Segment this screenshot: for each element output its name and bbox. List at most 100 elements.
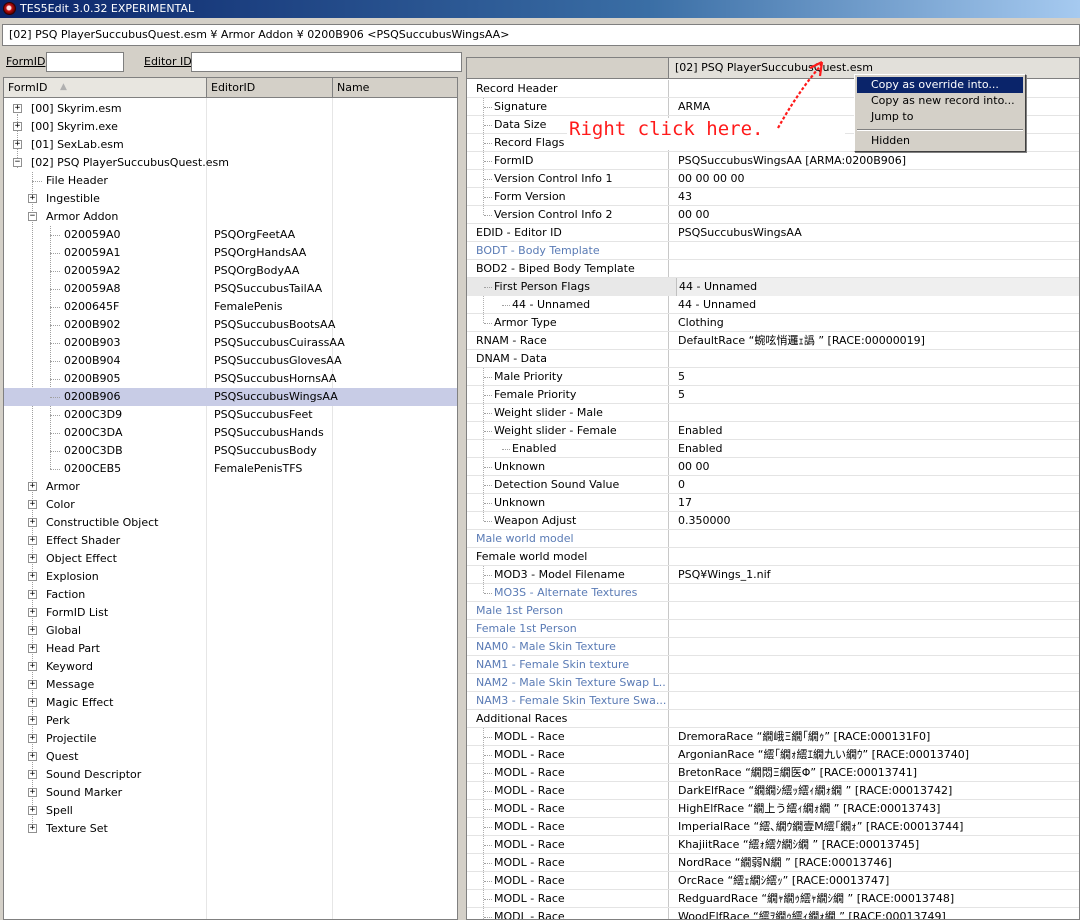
record-field-row[interactable]: MODL - Race NordRace “繝弱Ν繝 ” [RACE:000137… bbox=[467, 854, 1079, 872]
record-field-row[interactable]: MODL - Race KhajiitRace “繧ｫ繧ｸ繝ｼ繝 ” [RACE:… bbox=[467, 836, 1079, 854]
record-field-value[interactable]: 44 - Unnamed bbox=[676, 296, 1079, 314]
tree-row-group[interactable]: + Perk bbox=[4, 712, 457, 730]
record-field-row[interactable]: MODL - Race HighElfRace “繝上う繧ｨ繝ｫ繝 ” [RACE… bbox=[467, 800, 1079, 818]
record-field-row[interactable]: EDID - Editor ID PSQSuccubusWingsAA bbox=[467, 224, 1079, 242]
record-field-value[interactable]: BretonRace “繝悶Ξ繝医Φ” [RACE:00013741] bbox=[676, 764, 1079, 782]
record-field-row[interactable]: Weapon Adjust 0.350000 bbox=[467, 512, 1079, 530]
record-field-value[interactable]: 17 bbox=[676, 494, 1079, 512]
record-field-row[interactable]: Weight slider - Female Enabled bbox=[467, 422, 1079, 440]
record-field-row[interactable]: BOD2 - Biped Body Template bbox=[467, 260, 1079, 278]
tree-row-record[interactable]: 020059A8 PSQSuccubusTailAA bbox=[4, 280, 457, 298]
record-field-row[interactable]: Detection Sound Value 0 bbox=[467, 476, 1079, 494]
record-field-row[interactable]: NAM0 - Male Skin Texture bbox=[467, 638, 1079, 656]
tree-row-group[interactable]: + Texture Set bbox=[4, 820, 457, 838]
record-field-value[interactable]: ImperialRace “繧､繝ｳ繝壹Μ繧｢繝ｫ” [RACE:0001374… bbox=[676, 818, 1079, 836]
record-field-row[interactable]: NAM2 - Male Skin Texture Swap L... bbox=[467, 674, 1079, 692]
expand-icon[interactable]: + bbox=[28, 518, 37, 527]
expand-icon[interactable]: + bbox=[28, 536, 37, 545]
record-field-row[interactable]: RNAM - Race DefaultRace “蜿呟悄邏ｪ譌 ” [RACE:0… bbox=[467, 332, 1079, 350]
tree-row-group[interactable]: + Head Part bbox=[4, 640, 457, 658]
record-field-value[interactable]: ArgonianRace “繧｢繝ｫ繧ｴ繝九い繝ｳ” [RACE:0001374… bbox=[676, 746, 1079, 764]
tree-row-record[interactable]: 0200C3DB PSQSuccubusBody bbox=[4, 442, 457, 460]
tree-row-group[interactable]: File Header bbox=[4, 172, 457, 190]
record-field-row[interactable]: Male 1st Person bbox=[467, 602, 1079, 620]
column-header-editorid[interactable]: EditorID bbox=[207, 78, 333, 98]
record-field-value[interactable]: 5 bbox=[676, 368, 1079, 386]
menu-item-copy-as-override[interactable]: Copy as override into... bbox=[857, 77, 1023, 93]
tree-row-group[interactable]: + Color bbox=[4, 496, 457, 514]
tree-row-group[interactable]: + Sound Marker bbox=[4, 784, 457, 802]
record-field-row[interactable]: MOD3 - Model Filename PSQ¥Wings_1.nif bbox=[467, 566, 1079, 584]
record-field-row[interactable]: MODL - Race OrcRace “繧ｪ繝ｼ繧ｯ” [RACE:000137… bbox=[467, 872, 1079, 890]
record-field-value[interactable]: 0 bbox=[676, 476, 1079, 494]
record-field-value[interactable]: WoodElfRace “繧ｦ繝ｩ繧ｨ繝ｫ繝 ” [RACE:00013749] bbox=[676, 908, 1079, 919]
record-field-value[interactable]: RedguardRace “繝ｬ繝ｩ繧ｬ繝ｼ繝 ” [RACE:00013748… bbox=[676, 890, 1079, 908]
tree-row-group[interactable]: + [01] SexLab.esm bbox=[4, 136, 457, 154]
record-field-row[interactable]: Form Version 43 bbox=[467, 188, 1079, 206]
tree-row-record[interactable]: 020059A0 PSQOrgFeetAA bbox=[4, 226, 457, 244]
record-field-value[interactable]: OrcRace “繧ｪ繝ｼ繧ｯ” [RACE:00013747] bbox=[676, 872, 1079, 890]
tree-row-record[interactable]: 0200B904 PSQSuccubusGlovesAA bbox=[4, 352, 457, 370]
expand-icon[interactable]: + bbox=[28, 806, 37, 815]
tree-row-group[interactable]: + Effect Shader bbox=[4, 532, 457, 550]
tree-row-group[interactable]: + Constructible Object bbox=[4, 514, 457, 532]
column-header-name[interactable]: Name bbox=[333, 78, 457, 98]
menu-item-hidden[interactable]: Hidden bbox=[857, 133, 1023, 149]
expand-icon[interactable]: + bbox=[28, 644, 37, 653]
tree-row-group[interactable]: + Magic Effect bbox=[4, 694, 457, 712]
tree-row-group[interactable]: + [00] Skyrim.exe bbox=[4, 118, 457, 136]
expand-icon[interactable]: + bbox=[28, 554, 37, 563]
record-field-value[interactable]: NordRace “繝弱Ν繝 ” [RACE:00013746] bbox=[676, 854, 1079, 872]
tree-row-group[interactable]: + Message bbox=[4, 676, 457, 694]
record-field-value[interactable]: Enabled bbox=[676, 422, 1079, 440]
tree-row-group[interactable]: + FormID List bbox=[4, 604, 457, 622]
record-field-row[interactable]: MO3S - Alternate Textures bbox=[467, 584, 1079, 602]
expand-icon[interactable]: + bbox=[28, 500, 37, 509]
expand-icon[interactable]: + bbox=[13, 140, 22, 149]
record-field-value[interactable]: DefaultRace “蜿呟悄邏ｪ譌 ” [RACE:00000019] bbox=[676, 332, 1079, 350]
expand-icon[interactable]: + bbox=[28, 716, 37, 725]
tree-row-record[interactable]: 020059A1 PSQOrgHandsAA bbox=[4, 244, 457, 262]
tree-row-record[interactable]: 0200B906 PSQSuccubusWingsAA bbox=[4, 388, 457, 406]
record-field-row[interactable]: NAM3 - Female Skin Texture Swa... bbox=[467, 692, 1079, 710]
tree-row-group[interactable]: − [02] PSQ PlayerSuccubusQuest.esm bbox=[4, 154, 457, 172]
record-field-row[interactable]: Male Priority 5 bbox=[467, 368, 1079, 386]
record-field-row[interactable]: MODL - Race ImperialRace “繧､繝ｳ繝壹Μ繧｢繝ｫ” [R… bbox=[467, 818, 1079, 836]
expand-icon[interactable]: + bbox=[28, 824, 37, 833]
record-field-row[interactable]: DNAM - Data bbox=[467, 350, 1079, 368]
record-field-value[interactable]: PSQSuccubusWingsAA [ARMA:0200B906] bbox=[676, 152, 1079, 170]
record-field-value[interactable]: 00 00 bbox=[676, 458, 1079, 476]
tree-row-record[interactable]: 0200645F FemalePenis bbox=[4, 298, 457, 316]
tree-row-group[interactable]: + Faction bbox=[4, 586, 457, 604]
record-field-value[interactable]: PSQSuccubusWingsAA bbox=[676, 224, 1079, 242]
tree-row-record[interactable]: 0200B902 PSQSuccubusBootsAA bbox=[4, 316, 457, 334]
record-field-value[interactable]: DarkElfRace “繝繝ｼ繧ｯ繧ｨ繝ｫ繝 ” [RACE:00013742… bbox=[676, 782, 1079, 800]
expand-icon[interactable]: + bbox=[28, 770, 37, 779]
tree-row-group[interactable]: + Spell bbox=[4, 802, 457, 820]
record-field-row[interactable]: Armor Type Clothing bbox=[467, 314, 1079, 332]
record-field-row[interactable]: MODL - Race BretonRace “繝悶Ξ繝医Φ” [RACE:000… bbox=[467, 764, 1079, 782]
record-field-value[interactable]: 43 bbox=[676, 188, 1079, 206]
tree-row-record[interactable]: 0200C3D9 PSQSuccubusFeet bbox=[4, 406, 457, 424]
collapse-icon[interactable]: − bbox=[13, 158, 22, 167]
expand-icon[interactable]: + bbox=[28, 590, 37, 599]
tree-row-record[interactable]: 0200B903 PSQSuccubusCuirassAA bbox=[4, 334, 457, 352]
record-field-value[interactable]: HighElfRace “繝上う繧ｨ繝ｫ繝 ” [RACE:00013743] bbox=[676, 800, 1079, 818]
record-field-row[interactable]: Weight slider - Male bbox=[467, 404, 1079, 422]
record-field-row[interactable]: MODL - Race DremoraRace “繝峨Ξ繝｢繝ｩ” [RACE:0… bbox=[467, 728, 1079, 746]
expand-icon[interactable]: + bbox=[28, 752, 37, 761]
expand-icon[interactable]: + bbox=[28, 626, 37, 635]
record-field-row[interactable]: Version Control Info 1 00 00 00 00 bbox=[467, 170, 1079, 188]
menu-item-jump-to[interactable]: Jump to bbox=[857, 109, 1023, 125]
record-field-value[interactable]: 5 bbox=[676, 386, 1079, 404]
tree-row-group[interactable]: + Object Effect bbox=[4, 550, 457, 568]
record-field-value[interactable]: KhajiitRace “繧ｫ繧ｸ繝ｼ繝 ” [RACE:00013745] bbox=[676, 836, 1079, 854]
record-field-value[interactable]: DremoraRace “繝峨Ξ繝｢繝ｩ” [RACE:000131F0] bbox=[676, 728, 1079, 746]
record-field-row[interactable]: Unknown 00 00 bbox=[467, 458, 1079, 476]
record-field-value[interactable]: 00 00 bbox=[676, 206, 1079, 224]
record-field-row[interactable]: 44 - Unnamed 44 - Unnamed bbox=[467, 296, 1079, 314]
record-field-row[interactable]: FormID PSQSuccubusWingsAA [ARMA:0200B906] bbox=[467, 152, 1079, 170]
column-header-formid[interactable]: FormID ▲ bbox=[4, 78, 207, 98]
record-field-row[interactable]: NAM1 - Female Skin texture bbox=[467, 656, 1079, 674]
tree-row-group[interactable]: + Ingestible bbox=[4, 190, 457, 208]
